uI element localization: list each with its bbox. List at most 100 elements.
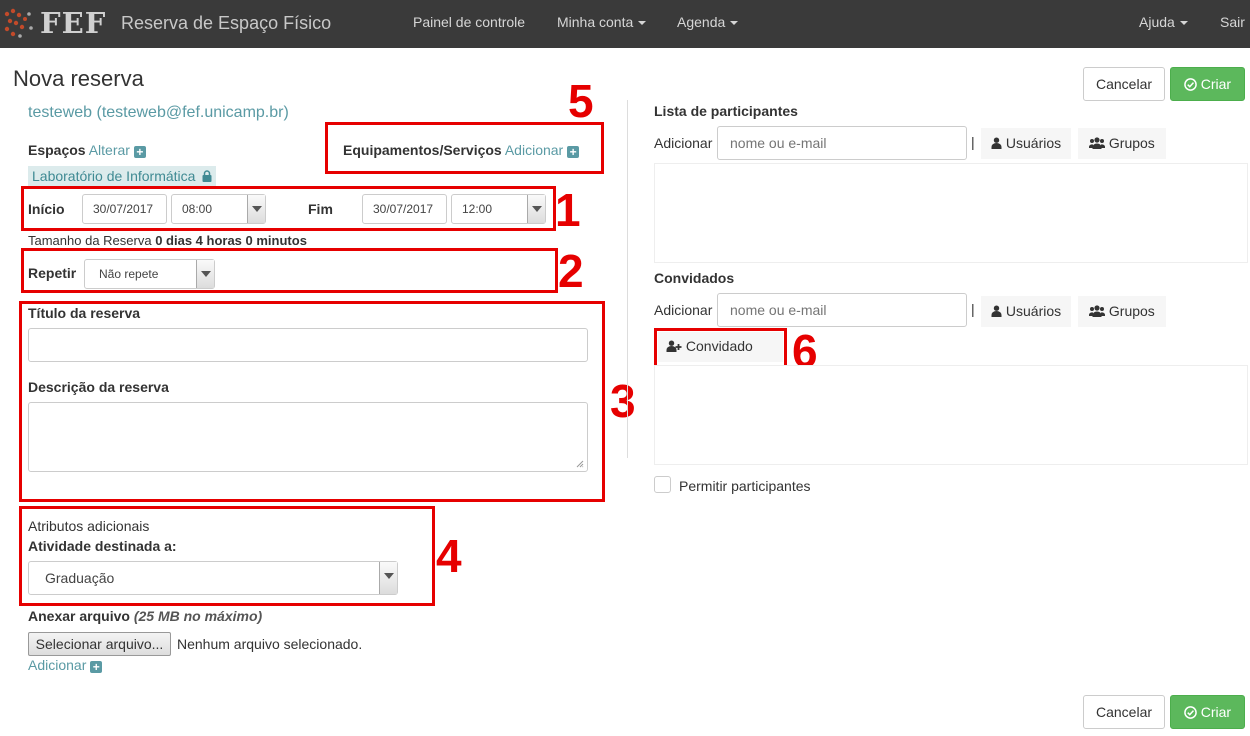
- equipment-label: Equipamentos/Serviços: [343, 142, 502, 158]
- activity-label: Atividade destinada a:: [28, 538, 177, 554]
- repeat-label: Repetir: [28, 265, 77, 281]
- file-status: Nenhum arquivo selecionado.: [177, 636, 363, 652]
- separator: |: [971, 301, 975, 317]
- add-equipment-link[interactable]: Adicionar +: [505, 142, 580, 158]
- group-icon: [1089, 137, 1105, 149]
- separator: |: [971, 134, 975, 150]
- guests-users-button[interactable]: Usuários: [981, 296, 1072, 327]
- repeat-value: Não repete: [99, 267, 159, 281]
- plus-icon: +: [567, 146, 580, 158]
- chevron-down-icon: [196, 260, 214, 288]
- selected-space-label: Laboratório de Informática: [32, 168, 196, 184]
- guests-groups-button[interactable]: Grupos: [1078, 296, 1166, 327]
- participants-search-input[interactable]: [717, 126, 967, 160]
- attributes-heading: Atributos adicionais: [28, 518, 150, 534]
- check-circle-icon: [1184, 706, 1197, 719]
- logo-dots-icon: [4, 8, 33, 38]
- allow-participants-label: Permitir participantes: [679, 478, 811, 494]
- nav-minha-conta-label: Minha conta: [557, 14, 634, 30]
- attachment-note: (25 MB no máximo): [133, 608, 263, 624]
- participants-groups-button[interactable]: Grupos: [1078, 128, 1166, 159]
- end-time-value: 12:00: [462, 202, 493, 216]
- change-spaces-link[interactable]: Alterar +: [89, 142, 146, 158]
- nav-sair[interactable]: Sair: [1220, 14, 1245, 30]
- annotation-number-4: 4: [436, 530, 462, 582]
- repeat-select[interactable]: Não repete: [84, 259, 215, 289]
- nav-agenda[interactable]: Agenda: [677, 14, 739, 30]
- nav-ajuda-label: Ajuda: [1139, 14, 1175, 30]
- check-circle-icon: [1184, 78, 1197, 91]
- participants-users-label: Usuários: [1005, 135, 1062, 151]
- reservation-size: Tamanho da Reserva 0 dias 4 horas 0 minu…: [28, 233, 307, 248]
- plus-icon: +: [90, 661, 103, 673]
- add-attachment-link[interactable]: Adicionar +: [28, 657, 103, 673]
- user-icon: [991, 137, 1002, 149]
- create-button-bottom[interactable]: Criar: [1170, 695, 1245, 729]
- plus-icon: +: [133, 146, 146, 158]
- nav-minha-conta[interactable]: Minha conta: [557, 14, 647, 30]
- cancel-button-bottom[interactable]: Cancelar: [1083, 695, 1165, 729]
- group-icon: [1089, 305, 1105, 317]
- participants-list: [654, 163, 1248, 263]
- user-identity: testeweb (testeweb@fef.unicamp.br): [28, 104, 289, 121]
- choose-file-button[interactable]: Selecionar arquivo...: [28, 632, 171, 656]
- user-plus-icon: [666, 340, 682, 352]
- allow-participants-checkbox[interactable]: [654, 476, 671, 493]
- description-textarea[interactable]: [28, 402, 588, 472]
- end-time-select[interactable]: 12:00: [451, 194, 546, 224]
- participants-add-label: Adicionar: [654, 135, 713, 151]
- cancel-button-top[interactable]: Cancelar: [1083, 67, 1165, 101]
- add-guest-button[interactable]: Convidado: [658, 332, 783, 362]
- guests-search-input[interactable]: [717, 293, 967, 327]
- activity-select[interactable]: Graduação: [28, 561, 398, 595]
- annotation-number-2: 2: [558, 245, 584, 297]
- equipment-row: Equipamentos/Serviços Adicionar +: [343, 142, 580, 158]
- nav-ajuda[interactable]: Ajuda: [1139, 14, 1188, 30]
- selected-space-tag[interactable]: Laboratório de Informática: [28, 166, 217, 186]
- create-label: Criar: [1200, 704, 1232, 720]
- change-spaces-label: Alterar: [88, 142, 130, 158]
- chevron-down-icon: [527, 195, 545, 223]
- attachment-label: Anexar arquivo: [28, 608, 130, 624]
- nav-painel[interactable]: Painel de controle: [413, 14, 525, 30]
- title-input[interactable]: [28, 328, 588, 362]
- spaces-row: Espaços Alterar +: [28, 142, 146, 158]
- brand-title[interactable]: Reserva de Espaço Físico: [121, 13, 331, 34]
- user-icon: [991, 305, 1002, 317]
- add-attachment-label: Adicionar: [28, 657, 87, 673]
- start-time-select[interactable]: 08:00: [171, 194, 266, 224]
- guests-groups-label: Grupos: [1108, 303, 1155, 319]
- start-label: Início: [28, 201, 65, 217]
- participants-groups-label: Grupos: [1108, 135, 1155, 151]
- chevron-down-icon: [379, 562, 397, 594]
- start-date-input[interactable]: 30/07/2017: [82, 194, 167, 224]
- resize-grip-icon[interactable]: [576, 460, 584, 468]
- column-divider: [627, 100, 628, 458]
- participants-heading: Lista de participantes: [654, 103, 798, 119]
- lock-icon: [202, 170, 212, 182]
- annotation-number-3: 3: [610, 375, 636, 427]
- create-button-top[interactable]: Criar: [1170, 67, 1245, 101]
- attachment-row: Anexar arquivo (25 MB no máximo): [28, 608, 262, 624]
- participants-users-button[interactable]: Usuários: [981, 128, 1072, 159]
- spaces-label: Espaços: [28, 142, 86, 158]
- annotation-number-5: 5: [568, 75, 594, 127]
- guests-heading: Convidados: [654, 270, 735, 286]
- logo[interactable]: FEF: [40, 6, 106, 40]
- guests-add-label: Adicionar: [654, 302, 713, 318]
- caret-down-icon: [638, 21, 647, 26]
- activity-value: Graduação: [45, 570, 115, 586]
- chevron-down-icon: [247, 195, 265, 223]
- add-guest-label: Convidado: [685, 338, 753, 354]
- title-label: Título da reserva: [28, 305, 141, 321]
- caret-down-icon: [1179, 21, 1188, 26]
- caret-down-icon: [730, 21, 739, 26]
- description-label: Descrição da reserva: [28, 379, 169, 395]
- guests-list: [654, 365, 1248, 465]
- page-title: Nova reserva: [13, 66, 144, 91]
- end-date-input[interactable]: 30/07/2017: [362, 194, 447, 224]
- reservation-size-value: 0 dias 4 horas 0 minutos: [155, 233, 307, 248]
- nav-painel-label: Painel de controle: [413, 14, 526, 30]
- guests-users-label: Usuários: [1005, 303, 1062, 319]
- end-label: Fim: [308, 201, 333, 217]
